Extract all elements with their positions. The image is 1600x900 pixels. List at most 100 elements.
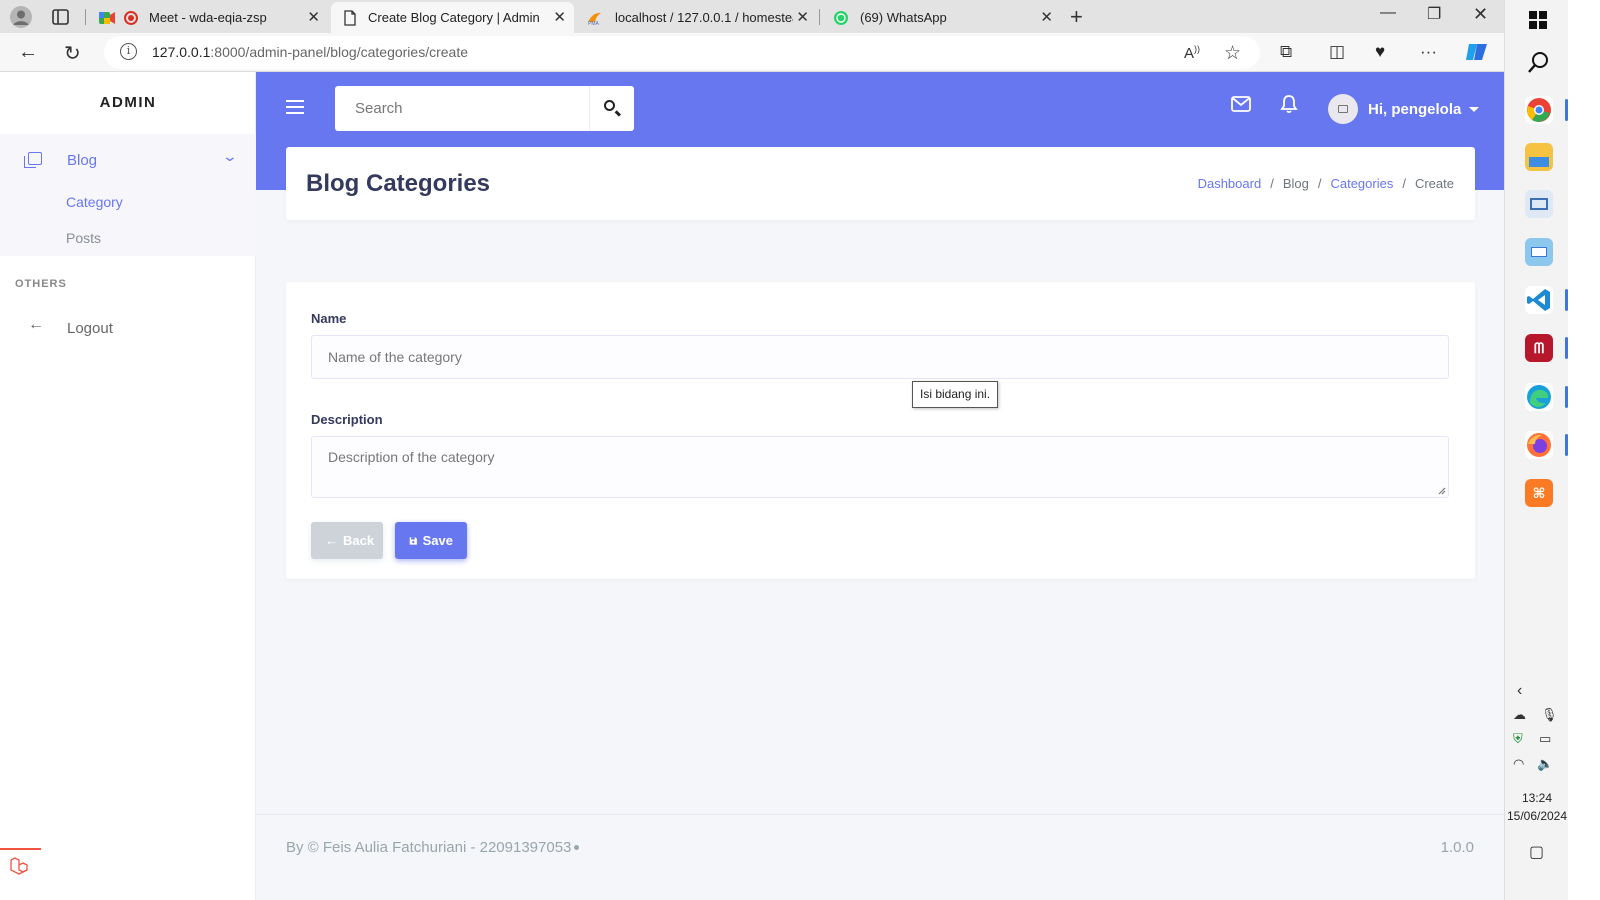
- breadcrumb-categories[interactable]: Categories: [1330, 176, 1393, 191]
- tab-phpmyadmin[interactable]: PMA localhost / 127.0.0.1 / homesteac ✕: [577, 2, 817, 33]
- sidebar-item-blog[interactable]: Blog ⌄: [0, 134, 256, 186]
- tab-title: (69) WhatsApp: [860, 10, 947, 25]
- firefox-icon[interactable]: [1525, 431, 1553, 459]
- restore-icon[interactable]: ❐: [1427, 4, 1441, 24]
- resize-handle-icon[interactable]: [1438, 487, 1446, 495]
- sidebar: ADMIN Blog ⌄ Category Posts OTHERS ← Log…: [0, 72, 256, 900]
- tab-meet[interactable]: Meet - wda-eqia-zsp ✕: [88, 2, 328, 33]
- name-field[interactable]: [311, 335, 1449, 379]
- breadcrumb-separator: /: [1317, 176, 1322, 191]
- close-tab-icon[interactable]: ✕: [553, 8, 566, 26]
- copilot-icon[interactable]: [1465, 41, 1489, 63]
- security-shield-icon[interactable]: ⛨: [1513, 731, 1523, 747]
- footer-credit: By © Feis Aulia Fatchuriani - 2209139705…: [286, 839, 572, 856]
- tab-title: Create Blog Category | Admin: [368, 10, 540, 25]
- site-info-icon[interactable]: i: [120, 43, 137, 60]
- whatsapp-icon: [834, 10, 848, 25]
- close-tab-icon[interactable]: ✕: [307, 8, 320, 26]
- taskbar-date[interactable]: 15/06/2024: [1505, 809, 1569, 823]
- microphone-icon[interactable]: 🎙: [1541, 707, 1558, 723]
- close-tab-icon[interactable]: ✕: [796, 8, 809, 26]
- laravel-icon: [10, 857, 28, 875]
- close-tab-icon[interactable]: ✕: [1040, 8, 1053, 26]
- sidebar-item-label: Logout: [67, 320, 113, 337]
- save-button-label: Save: [422, 533, 453, 548]
- onedrive-icon[interactable]: ☁: [1513, 707, 1526, 723]
- search-icon: [604, 100, 615, 111]
- extensions-icon[interactable]: ⧉: [1280, 42, 1292, 62]
- section-header: Blog Categories Dashboard / Blog / Categ…: [286, 147, 1475, 220]
- sidebar-subitem-category[interactable]: Category: [66, 194, 123, 210]
- mendeley-icon[interactable]: ᗰ: [1525, 334, 1553, 362]
- read-aloud-icon[interactable]: A)): [1184, 44, 1200, 62]
- control-panel-icon[interactable]: [1525, 238, 1553, 266]
- main-content: Hi, pengelola Blog Categories Dashboard …: [256, 72, 1504, 900]
- laravel-debugbar-badge[interactable]: [0, 848, 41, 882]
- address-bar[interactable]: i 127.0.0.1:8000/admin-panel/blog/catego…: [104, 36, 1260, 69]
- split-screen-icon[interactable]: ◫: [1329, 42, 1345, 62]
- floppy-disk-icon: [409, 536, 417, 545]
- avatar: [1328, 94, 1358, 124]
- notifications-icon[interactable]: ▢: [1529, 842, 1544, 862]
- browser-essentials-icon[interactable]: ♥: [1375, 42, 1385, 62]
- reload-icon[interactable]: ↻: [64, 41, 81, 66]
- search-input[interactable]: [335, 86, 589, 131]
- close-window-icon[interactable]: ✕: [1473, 4, 1488, 25]
- footer-bullet: [574, 845, 579, 850]
- edge-icon[interactable]: [1525, 383, 1553, 411]
- new-tab-button[interactable]: +: [1070, 4, 1083, 30]
- more-options-icon[interactable]: ···: [1420, 42, 1437, 62]
- back-button-label: Back: [343, 533, 375, 548]
- chrome-icon[interactable]: [1525, 96, 1553, 124]
- volume-icon[interactable]: 🔈: [1537, 756, 1553, 772]
- vscode-icon[interactable]: [1525, 286, 1553, 314]
- url-path: :8000/admin-panel/blog/categories/create: [210, 44, 469, 60]
- windows-start-icon[interactable]: [1529, 11, 1547, 29]
- taskbar-active-marker: [1565, 289, 1568, 311]
- arrow-left-icon: ←: [325, 533, 338, 548]
- recording-icon: [124, 10, 138, 25]
- footer: By © Feis Aulia Fatchuriani - 2209139705…: [256, 814, 1504, 900]
- remote-desktop-icon[interactable]: [1525, 190, 1553, 218]
- arrow-left-icon: ←: [28, 316, 44, 333]
- svg-text:PMA: PMA: [588, 21, 600, 25]
- taskbar-time[interactable]: 13:24: [1505, 791, 1569, 805]
- wifi-icon[interactable]: ◠: [1513, 756, 1524, 772]
- taskbar-active-marker: [1565, 434, 1568, 456]
- envelope-icon[interactable]: [1231, 96, 1251, 112]
- url-text[interactable]: 127.0.0.1:8000/admin-panel/blog/categori…: [152, 44, 468, 60]
- battery-icon[interactable]: ▭: [1539, 731, 1551, 747]
- menu-toggle-icon[interactable]: [286, 100, 304, 114]
- tab-separator: [85, 9, 86, 25]
- breadcrumb-dashboard[interactable]: Dashboard: [1198, 176, 1262, 191]
- search-icon[interactable]: [1527, 50, 1551, 74]
- footer-version: 1.0.0: [1440, 839, 1474, 856]
- file-explorer-icon[interactable]: [1525, 143, 1553, 171]
- tab-whatsapp[interactable]: (69) WhatsApp ✕: [821, 2, 1061, 33]
- xampp-icon[interactable]: ⌘: [1525, 479, 1553, 507]
- sidebar-item-logout[interactable]: ← Logout: [0, 310, 256, 346]
- minimize-icon[interactable]: —: [1380, 4, 1396, 22]
- back-arrow-icon[interactable]: ←: [18, 41, 38, 64]
- taskbar-active-marker: [1565, 99, 1568, 121]
- sidebar-subitem-posts[interactable]: Posts: [66, 230, 101, 246]
- sidebar-brand[interactable]: ADMIN: [0, 72, 256, 134]
- favorite-star-icon[interactable]: ☆: [1224, 42, 1241, 65]
- copy-icon: [24, 152, 42, 168]
- description-field[interactable]: [311, 436, 1449, 498]
- bell-icon[interactable]: [1280, 94, 1298, 114]
- show-hidden-icons-icon[interactable]: ‹: [1517, 682, 1522, 700]
- page-icon: [344, 9, 356, 26]
- user-menu[interactable]: Hi, pengelola: [1328, 93, 1480, 125]
- breadcrumb-separator: /: [1402, 176, 1406, 191]
- tab-title: localhost / 127.0.0.1 / homesteac: [615, 10, 793, 25]
- page-title: Blog Categories: [306, 170, 491, 197]
- tab-create-blog-category[interactable]: Create Blog Category | Admin ✕: [331, 2, 574, 33]
- profile-icon[interactable]: [10, 6, 32, 28]
- search-button[interactable]: [589, 86, 634, 131]
- save-button[interactable]: Save: [395, 522, 467, 559]
- back-button[interactable]: ← Back: [311, 522, 383, 559]
- tab-actions-icon[interactable]: [50, 7, 72, 27]
- breadcrumb-create: Create: [1414, 176, 1454, 191]
- sidebar-section-others: OTHERS: [15, 278, 67, 290]
